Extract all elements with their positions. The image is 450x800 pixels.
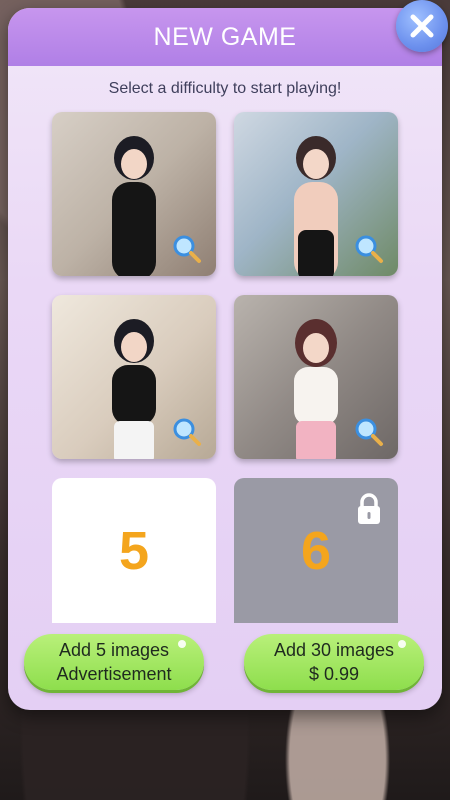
close-icon	[410, 14, 434, 38]
button-label-line1: Add 30 images	[273, 640, 395, 660]
difficulty-number: 5	[118, 520, 150, 581]
shine-highlight	[398, 640, 406, 648]
magnifier-icon[interactable]	[172, 417, 202, 447]
shine-highlight	[178, 640, 186, 648]
image-card-4[interactable]	[234, 295, 398, 459]
dialog-header: NEW GAME	[8, 8, 442, 66]
character-illustration	[112, 319, 156, 459]
magnifier-icon[interactable]	[354, 234, 384, 264]
button-label-line1: Add 5 images	[58, 640, 170, 660]
magnifier-icon[interactable]	[172, 234, 202, 264]
magnifier-icon[interactable]	[354, 417, 384, 447]
difficulty-number: 6	[300, 520, 332, 581]
add-5-images-ad-button[interactable]: Add 5 images Advertisement	[24, 634, 204, 690]
button-label-line2: Advertisement	[56, 664, 172, 684]
lock-icon	[358, 493, 380, 524]
dialog-title: NEW GAME	[153, 22, 297, 51]
new-game-dialog: NEW GAME Select a difficulty to start pl…	[8, 8, 442, 710]
image-card-1[interactable]	[52, 112, 216, 276]
character-illustration	[294, 136, 338, 276]
instruction-text: Select a difficulty to start playing!	[108, 80, 342, 97]
character-illustration	[112, 136, 156, 276]
button-label-line2: $ 0.99	[308, 664, 360, 684]
difficulty-5-card[interactable]: 5	[52, 478, 216, 623]
difficulty-6-card[interactable]: 6	[234, 478, 398, 623]
close-button[interactable]	[396, 0, 448, 52]
image-card-2[interactable]	[234, 112, 398, 276]
add-30-images-purchase-button[interactable]: Add 30 images $ 0.99	[244, 634, 424, 690]
image-card-3[interactable]	[52, 295, 216, 459]
character-illustration	[294, 319, 338, 459]
